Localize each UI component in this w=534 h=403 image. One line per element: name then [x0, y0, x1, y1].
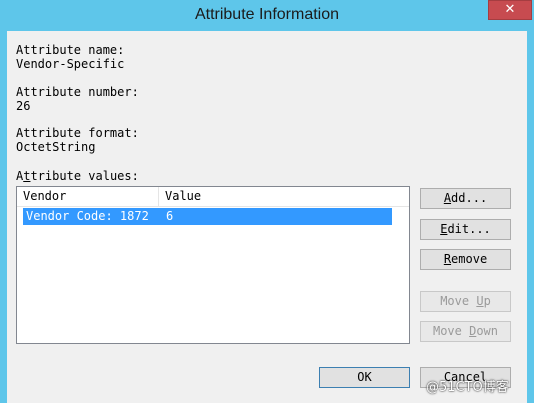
- attribute-format-caption: Attribute format:: [16, 126, 139, 140]
- attribute-values-list[interactable]: Vendor Value Vendor Code: 1872 6: [16, 186, 410, 344]
- row-vendor-cell: Vendor Code: 1872: [26, 209, 149, 223]
- attribute-number-value: 26: [16, 99, 31, 113]
- column-header-value[interactable]: Value: [159, 187, 409, 206]
- list-header: Vendor Value: [17, 187, 409, 207]
- add-button-label: dd...: [451, 191, 488, 205]
- remove-button-label: emove: [451, 252, 488, 266]
- attribute-values-caption-post: tribute values:: [30, 169, 139, 183]
- edit-button-label: dit...: [447, 222, 491, 236]
- move-down-button-pre: Move: [432, 324, 470, 338]
- dialog-body: Attribute name: Vendor-Specific Attribut…: [7, 31, 527, 403]
- move-up-button-pre: Move: [440, 294, 477, 308]
- table-row[interactable]: Vendor Code: 1872 6: [23, 208, 392, 225]
- ok-button[interactable]: OK: [319, 367, 410, 388]
- move-up-button-label: p: [483, 294, 491, 308]
- move-up-button[interactable]: Move Up: [420, 291, 511, 312]
- close-button[interactable]: ✕: [488, 0, 532, 20]
- attribute-format-value: OctetString: [16, 140, 96, 154]
- watermark-text: @51CTO博客: [426, 380, 509, 395]
- move-up-button-mnemonic: U: [476, 294, 484, 308]
- close-icon: ✕: [504, 2, 516, 17]
- attribute-number-caption: Attribute number:: [16, 85, 139, 99]
- row-value-cell: 6: [166, 209, 174, 223]
- move-down-button-label: own: [476, 324, 499, 338]
- attribute-information-dialog: Attribute Information ✕ Attribute name: …: [0, 0, 534, 403]
- remove-button[interactable]: Remove: [420, 249, 511, 270]
- add-button-mnemonic: A: [443, 191, 452, 205]
- attribute-name-value: Vendor-Specific: [16, 57, 125, 71]
- add-button[interactable]: Add...: [420, 188, 511, 209]
- edit-button[interactable]: Edit...: [420, 219, 511, 240]
- column-header-vendor[interactable]: Vendor: [17, 187, 159, 206]
- window-title: Attribute Information: [194, 6, 340, 23]
- title-bar[interactable]: Attribute Information ✕: [0, 0, 534, 31]
- attribute-values-caption: Attribute values:: [16, 169, 139, 183]
- move-down-button[interactable]: Move Down: [420, 321, 511, 342]
- remove-button-mnemonic: R: [443, 252, 452, 266]
- attribute-name-caption: Attribute name:: [16, 43, 125, 57]
